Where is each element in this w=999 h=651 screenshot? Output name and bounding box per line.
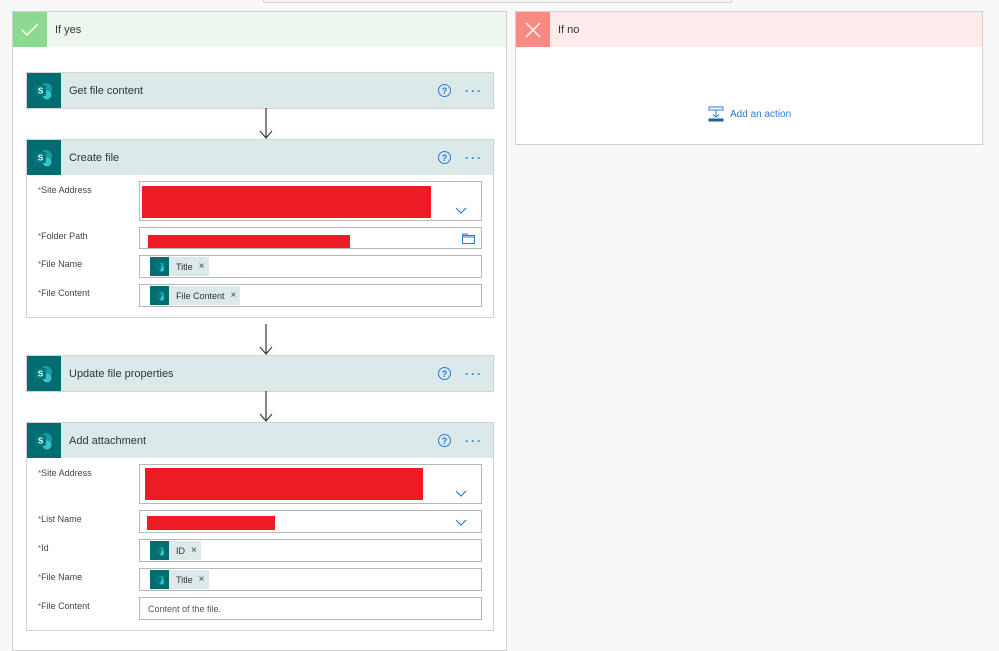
site-address-dropdown[interactable]	[139, 181, 482, 221]
top-scroll-edge	[263, 0, 732, 3]
id-input[interactable]: ID ×	[139, 539, 482, 562]
more-options-icon[interactable]: ···	[465, 435, 483, 447]
remove-token-icon[interactable]: ×	[199, 261, 209, 272]
dynamic-content-token[interactable]: Title ×	[150, 570, 209, 589]
redacted-value	[148, 235, 350, 248]
file-content-placeholder: Content of the file.	[148, 603, 222, 614]
sharepoint-icon	[150, 286, 169, 305]
redacted-value	[147, 516, 275, 530]
field-label: *Site Address	[38, 468, 92, 478]
remove-token-icon[interactable]: ×	[191, 545, 201, 556]
field-label: *File Name	[38, 259, 83, 269]
file-content-input[interactable]: Content of the file.	[139, 597, 482, 620]
folder-path-input[interactable]	[139, 227, 482, 249]
branch-if-no: If no Add an action	[515, 11, 983, 145]
add-action-icon	[708, 106, 724, 122]
more-options-icon[interactable]: ···	[465, 152, 483, 164]
checkmark-icon	[13, 12, 47, 47]
remove-token-icon[interactable]: ×	[231, 290, 241, 301]
action-header[interactable]: S Update file properties ? ···	[27, 356, 493, 391]
sharepoint-icon: S	[27, 140, 61, 175]
action-title: Get file content	[69, 84, 143, 97]
action-header[interactable]: S Create file ? ···	[27, 140, 493, 175]
field-label: *File Content	[38, 601, 90, 611]
dynamic-content-token[interactable]: ID ×	[150, 541, 201, 560]
svg-text:S: S	[38, 436, 44, 445]
field-label: *File Name	[38, 572, 83, 582]
svg-text:S: S	[38, 86, 44, 95]
arrow-down-icon	[259, 391, 273, 422]
file-name-input[interactable]: Title ×	[139, 255, 482, 278]
redacted-value	[145, 468, 423, 500]
branch-title: If no	[558, 23, 580, 36]
svg-text:S: S	[38, 369, 44, 378]
field-label: *Folder Path	[38, 231, 88, 241]
action-card-create-file: S Create file ? ··· *Site Address *Folde…	[26, 139, 494, 318]
svg-text:S: S	[38, 153, 44, 162]
file-content-input[interactable]: File Content ×	[139, 284, 482, 307]
redacted-value	[142, 186, 431, 218]
arrow-down-icon	[259, 324, 273, 355]
help-icon[interactable]: ?	[438, 434, 451, 447]
more-options-icon[interactable]: ···	[465, 368, 483, 380]
action-card-get-file-content: S Get file content ? ···	[26, 72, 494, 109]
remove-token-icon[interactable]: ×	[199, 574, 209, 585]
action-card-update-file-properties: S Update file properties ? ···	[26, 355, 494, 392]
more-options-icon[interactable]: ···	[465, 85, 483, 97]
action-title: Add attachment	[69, 434, 147, 447]
action-header[interactable]: S Add attachment ? ···	[27, 423, 493, 458]
dynamic-content-token[interactable]: Title ×	[150, 257, 209, 276]
action-title: Update file properties	[69, 367, 174, 380]
dynamic-content-token[interactable]: File Content ×	[150, 286, 241, 305]
sharepoint-icon	[150, 570, 169, 589]
add-an-action-button[interactable]: Add an action	[708, 106, 791, 122]
arrow-down-icon	[259, 108, 273, 139]
action-header[interactable]: S Get file content ? ···	[27, 73, 493, 108]
branch-if-yes-header[interactable]: If yes	[13, 12, 506, 47]
sharepoint-icon: S	[27, 73, 61, 108]
sharepoint-icon	[150, 257, 169, 276]
branch-if-no-header[interactable]: If no	[516, 12, 982, 47]
sharepoint-icon	[150, 541, 169, 560]
help-icon[interactable]: ?	[438, 151, 451, 164]
field-label: *Id	[38, 543, 49, 553]
close-icon	[516, 12, 550, 47]
action-card-add-attachment: S Add attachment ? ··· *Site Address *Li…	[26, 422, 494, 631]
file-name-input[interactable]: Title ×	[139, 568, 482, 591]
add-an-action-label: Add an action	[730, 108, 792, 120]
field-label: *List Name	[38, 514, 82, 524]
branch-title: If yes	[55, 23, 82, 36]
sharepoint-icon: S	[27, 356, 61, 391]
chevron-down-icon[interactable]	[455, 519, 467, 526]
list-name-dropdown[interactable]	[139, 510, 482, 533]
site-address-dropdown[interactable]	[139, 464, 482, 504]
branch-if-yes: If yes S Get file content ? ··· S Create…	[12, 11, 507, 651]
chevron-down-icon[interactable]	[455, 490, 467, 497]
sharepoint-icon: S	[27, 423, 61, 458]
help-icon[interactable]: ?	[438, 367, 451, 380]
chevron-down-icon[interactable]	[455, 207, 467, 214]
help-icon[interactable]: ?	[438, 84, 451, 97]
folder-picker-icon[interactable]	[462, 233, 475, 244]
action-title: Create file	[69, 151, 120, 164]
field-label: *File Content	[38, 288, 90, 298]
field-label: *Site Address	[38, 185, 92, 195]
